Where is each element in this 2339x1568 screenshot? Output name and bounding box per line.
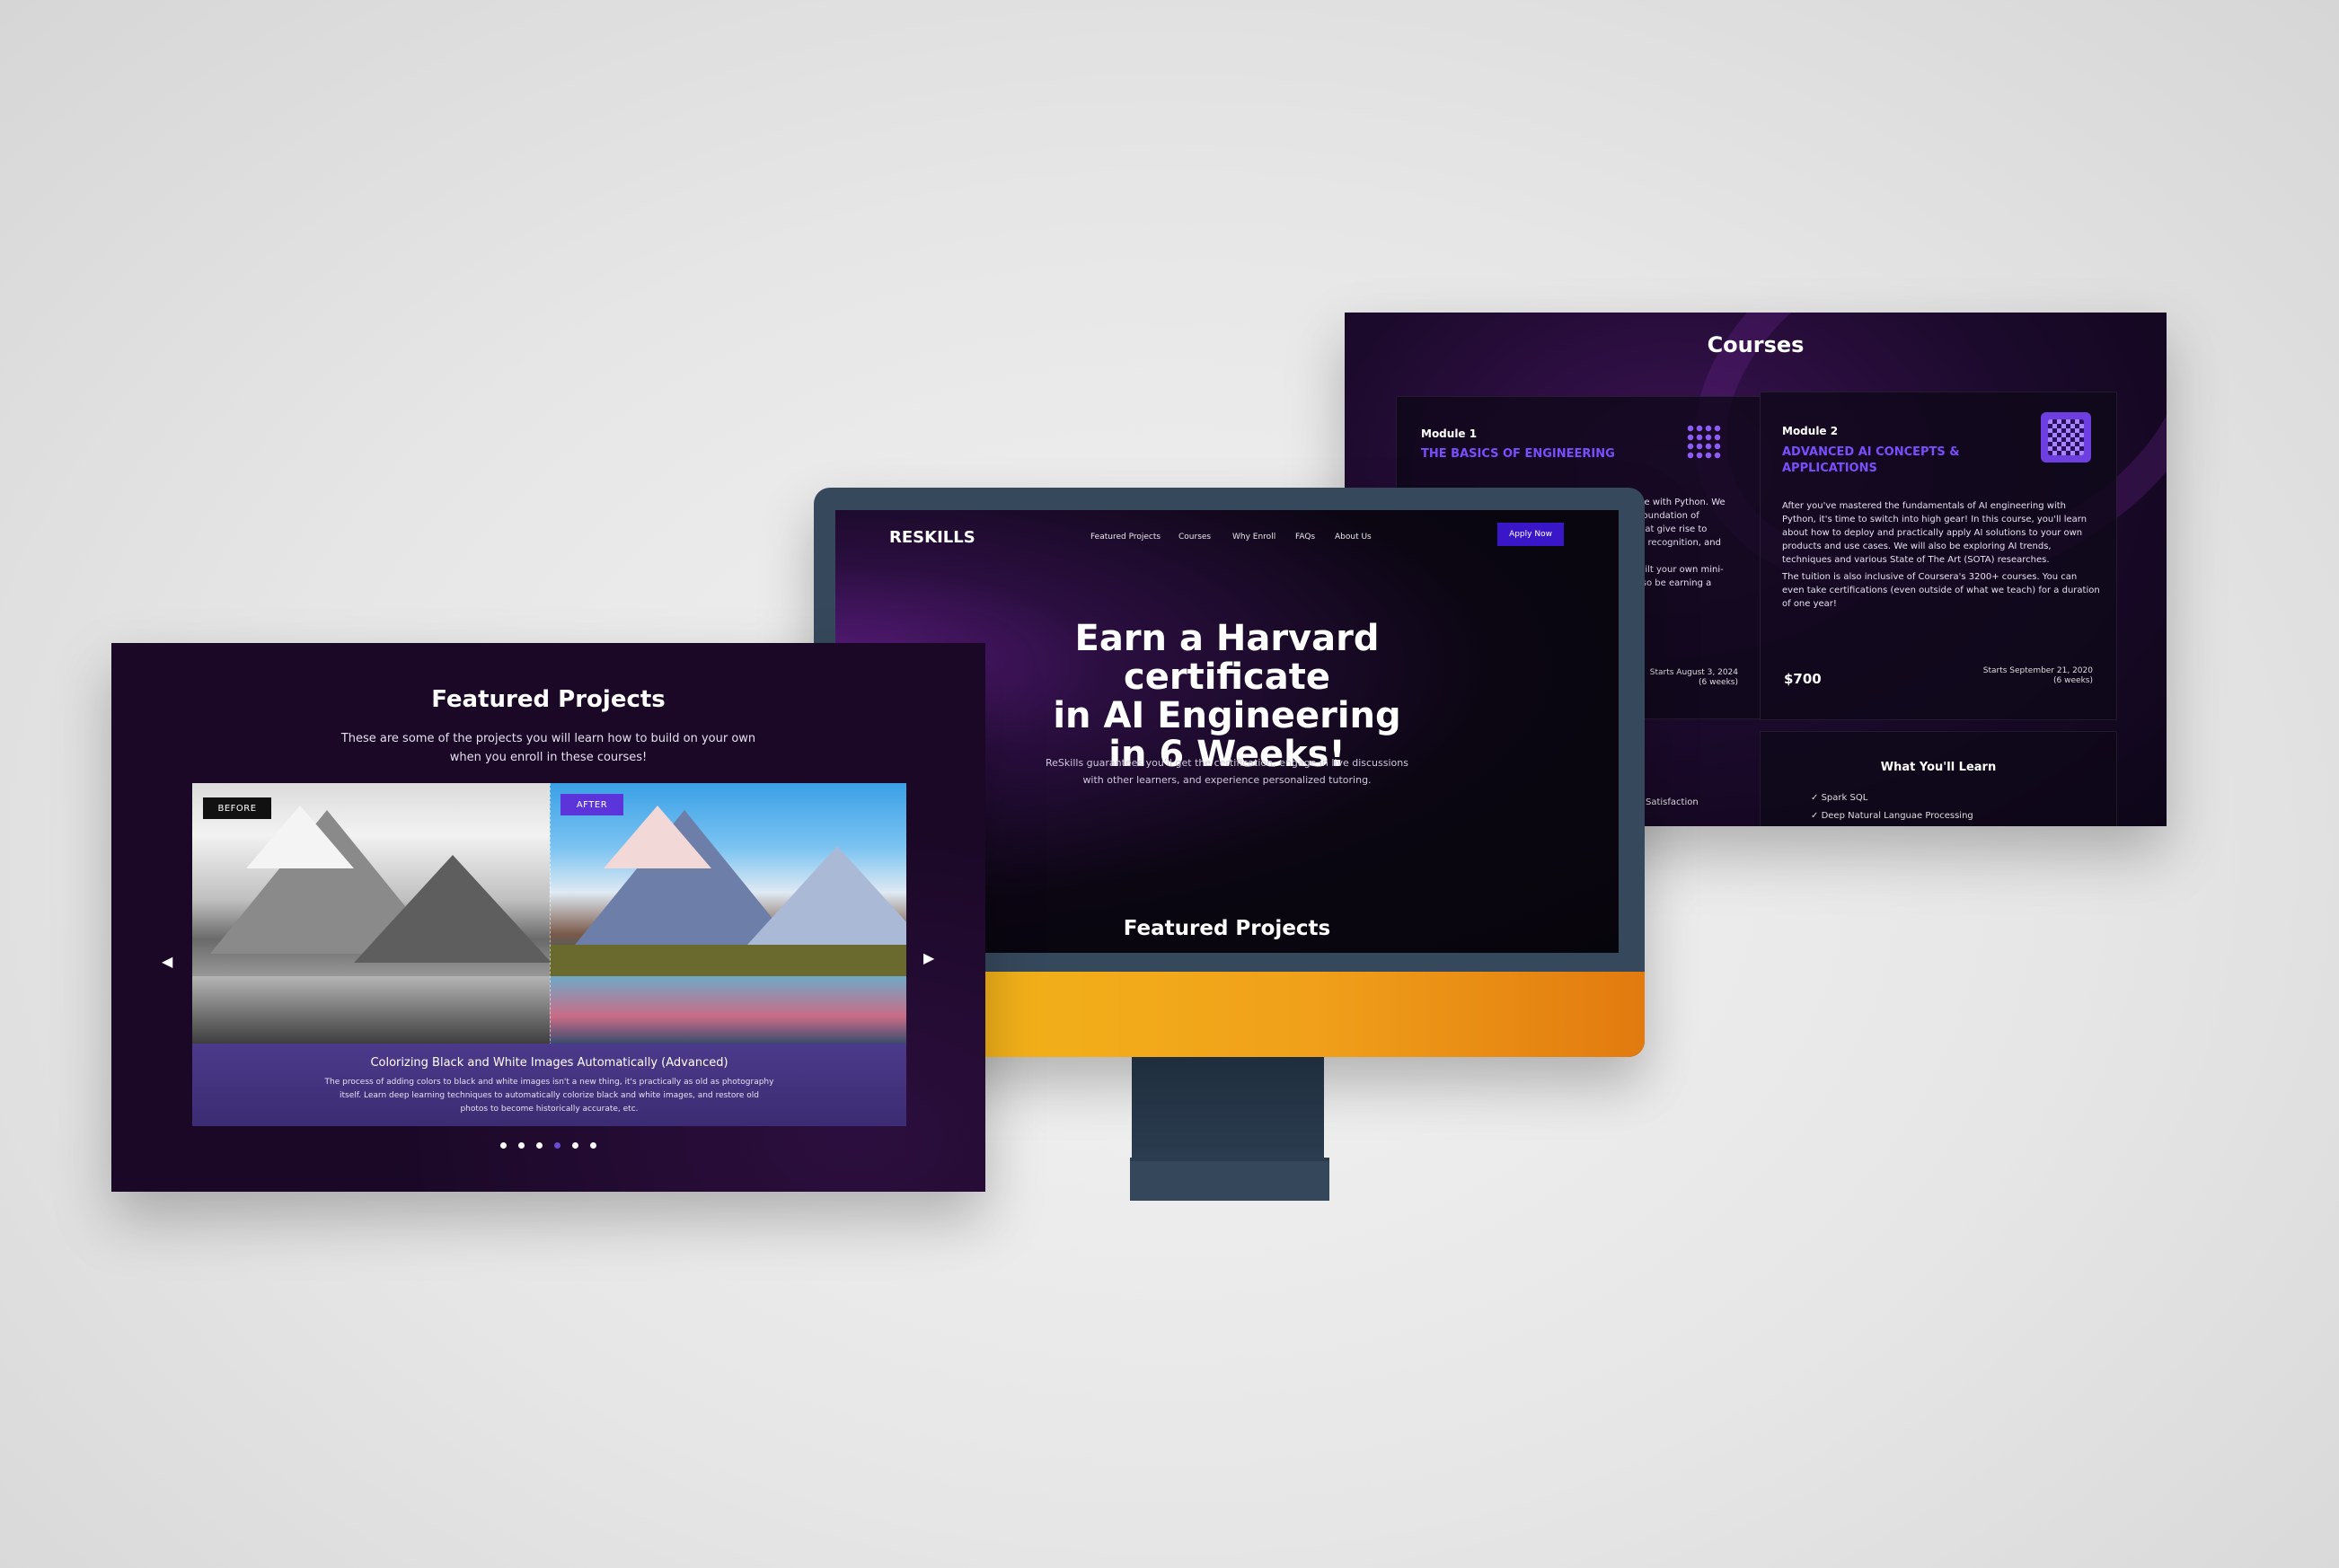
monitor-chin (984, 972, 1645, 1057)
module-1-body: ce with Python. We foundation of hat giv… (1639, 498, 1726, 588)
after-image (550, 783, 906, 1044)
brand-logo[interactable]: RESKILLS (889, 528, 975, 547)
hero-subtitle: ReSkills guarantees you'll get the certi… (1046, 757, 1408, 786)
module-label: Module 1 (1421, 427, 1478, 440)
module-name: THE BASICS OF ENGINEERING (1421, 447, 1615, 461)
nav-courses[interactable]: Courses (1178, 533, 1211, 542)
what-youll-learn-card: What You'll Learn ✓ Spark SQL ✓ Deep Nat… (1760, 731, 2117, 826)
monitor-stand (1132, 1057, 1324, 1158)
module-2-tuition: The tuition is also inclusive of Courser… (1782, 572, 2100, 609)
nav-why-enroll[interactable]: Why Enroll (1232, 533, 1275, 542)
hero-title: Earn a Harvard certificate in AI Enginee… (1053, 618, 1401, 775)
before-image (192, 783, 552, 1044)
partial-stat-label: Satisfaction (1646, 797, 1699, 807)
carousel-dot[interactable] (536, 1142, 543, 1149)
carousel-dot[interactable] (500, 1142, 507, 1149)
module-name: ADVANCED AI CONCEPTS & APPLICATIONS (1782, 445, 1960, 475)
projects-subtitle: These are some of the projects you will … (340, 732, 756, 764)
projects-title: Featured Projects (431, 686, 666, 713)
carousel-dot[interactable] (518, 1142, 525, 1149)
prev-arrow-icon[interactable]: ◀ (162, 953, 172, 970)
caption-body: The process of adding colors to black an… (324, 1078, 774, 1114)
courses-title: Courses (1707, 332, 1805, 357)
carousel-dot[interactable] (590, 1142, 596, 1149)
before-after-slider[interactable]: BEFORE AFTER Colorizing Black and White … (192, 783, 906, 1126)
apply-now-button[interactable]: Apply Now (1497, 523, 1564, 546)
project-caption: Colorizing Black and White Images Automa… (192, 1044, 906, 1126)
featured-projects-panel: Featured Projects These are some of the … (111, 643, 985, 1192)
before-tag: BEFORE (203, 797, 271, 819)
module-2-start: Starts September 21, 2020 (6 weeks) (1982, 666, 2093, 685)
grid-dots-icon (1686, 424, 1722, 460)
check-icon: ✓ (1811, 811, 1819, 821)
module-label: Module 2 (1782, 425, 1839, 437)
nav-about-us[interactable]: About Us (1335, 533, 1372, 542)
monitor-base (1130, 1158, 1329, 1201)
module-2-price: $700 (1784, 671, 1822, 687)
carousel-dots (111, 1142, 985, 1149)
learn-item: ✓ Deep Natural Languae Processing (1811, 811, 1973, 821)
caption-title: Colorizing Black and White Images Automa… (370, 1056, 728, 1070)
carousel-dot[interactable] (572, 1142, 578, 1149)
carousel-dot-active[interactable] (554, 1142, 560, 1149)
check-icon: ✓ (1811, 793, 1819, 803)
course-card-module-2[interactable]: Module 2 ADVANCED AI CONCEPTS & APPLICAT… (1760, 392, 2117, 720)
module-2-description: After you've mastered the fundamentals o… (1782, 501, 2087, 565)
checker-icon (2041, 412, 2091, 462)
nav-featured-projects[interactable]: Featured Projects (1090, 533, 1161, 542)
learn-item: ✓ Spark SQL (1811, 793, 1868, 803)
after-tag: AFTER (560, 794, 623, 815)
featured-projects-heading: Featured Projects (1123, 917, 1331, 940)
next-arrow-icon[interactable]: ▶ (923, 949, 934, 966)
nav-faqs[interactable]: FAQs (1295, 533, 1315, 542)
learn-title: What You'll Learn (1880, 761, 1997, 774)
